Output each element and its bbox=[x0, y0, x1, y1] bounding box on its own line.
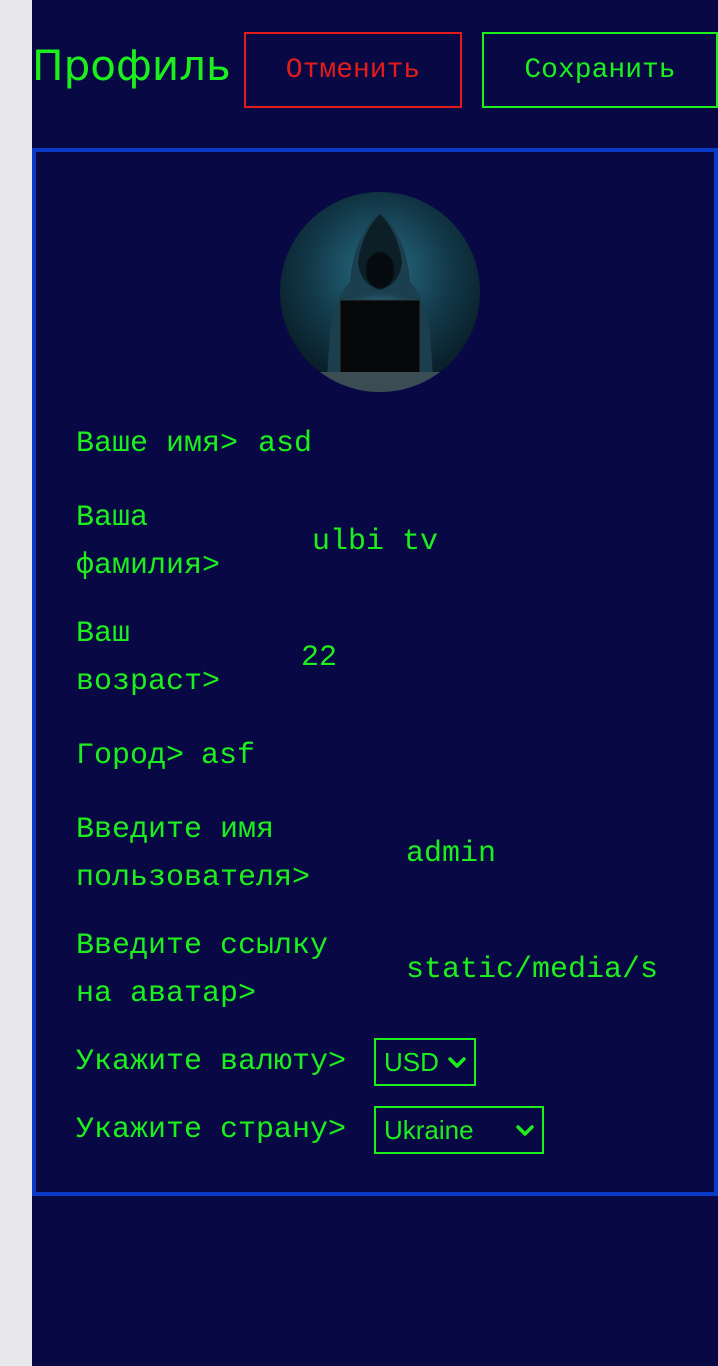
page-title: Профиль bbox=[32, 41, 231, 90]
first-name-input[interactable]: asd bbox=[258, 420, 558, 468]
city-input[interactable]: asf bbox=[201, 732, 501, 780]
country-selected-value: Ukraine bbox=[384, 1114, 474, 1145]
avatar-link-label-line1: Введите ссылку bbox=[76, 929, 329, 963]
age-input[interactable]: 22 bbox=[301, 634, 601, 682]
currency-label: Укажите валюту> bbox=[76, 1045, 347, 1079]
last-name-label-line1: Ваша bbox=[76, 501, 149, 535]
age-label-line2: возраст> bbox=[76, 665, 221, 699]
save-button[interactable]: Сохранить bbox=[482, 32, 718, 108]
country-select[interactable]: Ukraine bbox=[374, 1106, 544, 1154]
currency-select[interactable]: USD bbox=[374, 1038, 476, 1086]
last-name-label-line2: фамилия> bbox=[76, 549, 221, 583]
avatar bbox=[280, 192, 480, 392]
cancel-button[interactable]: Отменить bbox=[244, 32, 462, 108]
age-label-line1: Ваш bbox=[76, 617, 131, 651]
chevron-down-icon bbox=[448, 1057, 466, 1068]
profile-card: Ваше имя> asd Ваша фамилия> ulbi tv Ваш … bbox=[32, 148, 718, 1196]
username-input[interactable]: admin bbox=[406, 830, 706, 878]
country-label: Укажите страну> bbox=[76, 1113, 347, 1147]
chevron-down-icon bbox=[516, 1125, 534, 1136]
hooded-hacker-avatar-icon bbox=[280, 192, 480, 392]
currency-selected-value: USD bbox=[384, 1046, 439, 1077]
avatar-link-label-line2: на аватар> bbox=[76, 977, 257, 1011]
username-label-line1: Введите имя bbox=[76, 813, 275, 847]
avatar-link-input[interactable]: static/media/s bbox=[406, 946, 676, 994]
first-name-label: Ваше имя> bbox=[76, 427, 239, 461]
username-label-line2: пользователя> bbox=[76, 861, 311, 895]
last-name-input[interactable]: ulbi tv bbox=[312, 518, 612, 566]
city-label: Город> bbox=[76, 739, 185, 773]
